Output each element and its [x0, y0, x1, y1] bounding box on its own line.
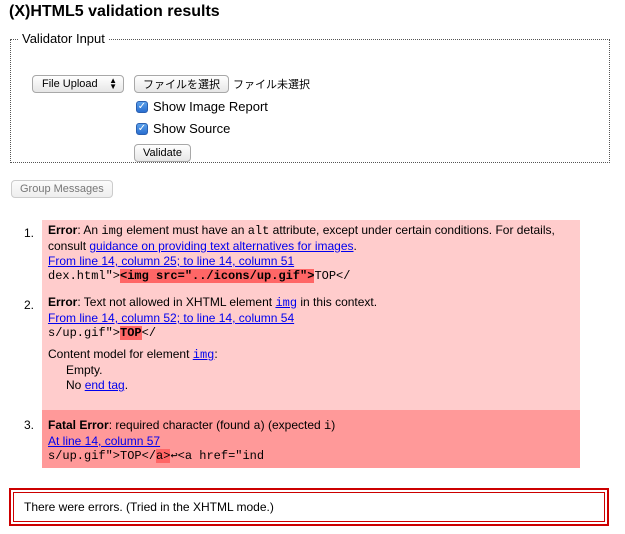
- extract-highlight: <img src="../icons/up.gif">: [120, 269, 315, 283]
- source-extract: s/up.gif">TOP</a>↩<a href="ind: [48, 449, 265, 463]
- page-title: (X)HTML5 validation results: [9, 3, 220, 20]
- source-extract: s/up.gif">TOP</: [48, 326, 157, 340]
- code-term: alt: [247, 224, 270, 238]
- message-number: 1.: [24, 226, 35, 240]
- group-messages-button[interactable]: Group Messages: [11, 180, 113, 198]
- code-term: img: [101, 224, 123, 238]
- fatal-error-message: Fatal Error: required character (found a…: [42, 410, 580, 468]
- file-status-text: ファイル未選択: [233, 79, 310, 91]
- message-type: Error: [48, 223, 78, 237]
- show-image-report-label: Show Image Report: [153, 99, 268, 114]
- error-message: Error: An img element must have an alt a…: [42, 220, 580, 292]
- validator-input-fieldset: Validator Input File Upload ▲ ▼ ファイルを選択 …: [10, 32, 610, 163]
- img-element-link[interactable]: img: [275, 296, 297, 310]
- validate-button[interactable]: Validate: [134, 144, 191, 162]
- img-element-link[interactable]: img: [193, 348, 215, 362]
- message-number: 3.: [24, 418, 35, 432]
- extract-highlight: a>: [156, 449, 171, 463]
- end-tag-link[interactable]: end tag: [85, 378, 125, 392]
- show-source-label: Show Source: [153, 121, 231, 136]
- location-link[interactable]: From line 14, column 52; to line 14, col…: [48, 311, 294, 325]
- location-link[interactable]: From line 14, column 25; to line 14, col…: [48, 254, 294, 268]
- alt-guidance-link[interactable]: guidance on providing text alternatives …: [89, 239, 353, 253]
- summary-text: There were errors. (Tried in the XHTML m…: [13, 492, 605, 522]
- mode-select[interactable]: File Upload ▲ ▼: [32, 75, 124, 93]
- choose-file-button[interactable]: ファイルを選択: [134, 75, 229, 93]
- show-source-checkbox[interactable]: ✓: [136, 122, 148, 135]
- message-type: Fatal Error: [48, 418, 109, 432]
- source-extract: dex.html"><img src="../icons/up.gif">TOP…: [48, 269, 351, 283]
- location-link[interactable]: At line 14, column 57: [48, 434, 160, 448]
- message-number: 2.: [24, 298, 35, 312]
- summary-box: There were errors. (Tried in the XHTML m…: [9, 488, 609, 526]
- mode-select-value: File Upload: [42, 78, 98, 90]
- code-term: a: [253, 419, 261, 433]
- extract-highlight: TOP: [120, 326, 142, 340]
- select-arrows-icon: ▲ ▼: [109, 76, 117, 91]
- show-image-report-checkbox[interactable]: ✓: [136, 100, 148, 113]
- message-type: Error: [48, 295, 78, 309]
- error-message: Error: Text not allowed in XHTML element…: [42, 292, 580, 410]
- content-model-empty: Empty.: [66, 363, 103, 377]
- validator-input-legend: Validator Input: [22, 31, 105, 46]
